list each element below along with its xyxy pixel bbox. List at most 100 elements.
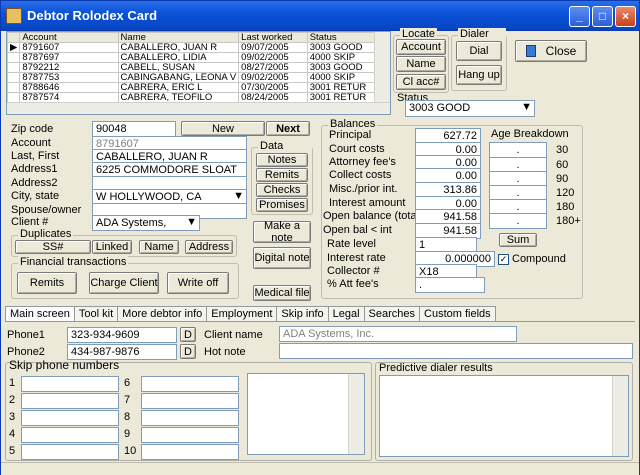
col-name[interactable]: Name (117, 32, 240, 43)
table-cell[interactable]: 3001 RETUR (306, 82, 376, 93)
compound-checkbox[interactable]: ✓ (498, 254, 509, 265)
predictive-scrollbar[interactable] (612, 376, 628, 456)
promises-button[interactable]: Promises (256, 198, 308, 212)
account-grid[interactable]: Account Name Last worked Status ▶ 8791607… (6, 31, 391, 115)
table-cell[interactable]: CABELL, SUSAN (117, 62, 240, 73)
minimize-button[interactable]: _ (569, 6, 590, 27)
table-cell[interactable]: 08/24/2005 (238, 92, 308, 103)
table-cell[interactable]: 8787697 (19, 52, 119, 63)
fin-remits-button[interactable]: Remits (17, 272, 77, 294)
table-row[interactable]: 8787753 CABINGABANG, LEONA V 09/02/2005 400… (7, 72, 376, 83)
make-note-button[interactable]: Make a note (253, 220, 311, 244)
sum-button[interactable]: Sum (499, 233, 537, 247)
skip-phone-field[interactable] (21, 376, 119, 392)
table-cell[interactable]: 8791607 (19, 42, 119, 53)
skip-phone-field[interactable] (21, 427, 119, 443)
table-cell[interactable]: 3003 GOOD (306, 42, 376, 53)
locate-account-button[interactable]: Account (396, 39, 446, 55)
medical-file-button[interactable]: Medical file (253, 285, 311, 301)
notes-button[interactable]: Notes (256, 153, 308, 167)
tab-skip-info[interactable]: Skip info (276, 306, 329, 321)
table-cell[interactable]: 08/27/2005 (238, 62, 308, 73)
locate-clacc-button[interactable]: Cl acc# (396, 74, 446, 90)
skip-phone-field[interactable] (141, 376, 239, 392)
skip-phone-field[interactable] (21, 444, 119, 460)
table-cell[interactable]: 3003 GOOD (306, 62, 376, 73)
tab-tool-kit[interactable]: Tool kit (73, 306, 119, 321)
table-cell[interactable]: 8788646 (19, 82, 119, 93)
table-cell[interactable]: 09/02/2005 (238, 52, 308, 63)
phone1-field[interactable]: 323-934-9609 (67, 327, 177, 343)
hangup-button[interactable]: Hang up (456, 65, 502, 85)
close-window-button[interactable]: × (615, 6, 636, 27)
close-button[interactable]: Close (515, 40, 587, 62)
table-row[interactable]: 8787697 CABALLERO, LIDIA 09/02/2005 4000 SK… (7, 52, 376, 63)
table-row[interactable]: ▶ 8791607 CABALLERO, JUAN R 09/07/2005 3003 … (7, 42, 376, 53)
age-field[interactable]: . (489, 142, 547, 158)
att-fee-spinner[interactable]: . (415, 277, 485, 293)
tab-legal[interactable]: Legal (327, 306, 365, 321)
phone1-dial-button[interactable]: D (180, 327, 196, 342)
col-account[interactable]: Account (19, 32, 119, 43)
age-days-label: 180+ (556, 215, 581, 227)
table-row[interactable]: 8788646 CABRERA, ERIC L 07/30/2005 3001 RET… (7, 82, 376, 93)
table-cell[interactable]: 3001 RETUR (306, 92, 376, 103)
dup-linked-button[interactable]: Linked (92, 240, 132, 254)
table-cell[interactable]: CABALLERO, JUAN R (117, 42, 240, 53)
digital-note-button[interactable]: Digital note (253, 247, 311, 269)
skip-phone-field[interactable] (141, 427, 239, 443)
table-cell[interactable]: 8787574 (19, 92, 119, 103)
tab-custom-fields[interactable]: Custom fields (419, 306, 496, 321)
skip-phone-field[interactable] (141, 444, 239, 460)
tab-employment[interactable]: Employment (206, 306, 278, 321)
client-name-label: Client name (204, 329, 263, 341)
skip-notes-textarea[interactable] (247, 373, 365, 455)
tab-searches[interactable]: Searches (363, 306, 421, 321)
client-dropdown[interactable]: ADA Systems, ▼ (92, 215, 200, 231)
table-cell[interactable]: 8787753 (19, 72, 119, 83)
col-last-worked[interactable]: Last worked (238, 32, 308, 43)
charge-client-button[interactable]: Charge Client (89, 272, 159, 294)
tab-more-debtor-info[interactable]: More debtor info (117, 306, 208, 321)
dup-address-button[interactable]: Address (185, 240, 233, 254)
age-field[interactable]: . (489, 213, 547, 229)
table-cell[interactable]: CABINGABANG, LEONA V (117, 72, 240, 83)
table-row[interactable]: 8787574 CABRERA, TEOFILO 08/24/2005 3001 RE… (7, 92, 376, 103)
client-name-field[interactable]: ADA Systems, Inc. (279, 326, 517, 342)
status-dropdown[interactable]: 3003 GOOD ▼ (405, 100, 535, 117)
hot-note-field[interactable] (279, 343, 633, 359)
skip-phone-field[interactable] (21, 393, 119, 409)
dup-ss-button[interactable]: SS# (15, 240, 91, 254)
table-cell[interactable]: CABRERA, TEOFILO (117, 92, 240, 103)
maximize-button[interactable]: □ (592, 6, 613, 27)
new-button[interactable]: New (181, 121, 265, 136)
grid-hscrollbar[interactable] (7, 102, 390, 114)
tab-main-screen[interactable]: Main screen (5, 306, 75, 321)
table-row[interactable]: 8792212 CABELL, SUSAN 08/27/2005 3003 GOOD (7, 62, 376, 73)
next-button[interactable]: Next (266, 121, 310, 136)
write-off-button[interactable]: Write off (167, 272, 229, 294)
table-cell[interactable]: 09/07/2005 (238, 42, 308, 53)
predictive-results-textarea[interactable] (379, 375, 629, 457)
dup-name-button[interactable]: Name (139, 240, 179, 254)
zip-field[interactable]: 90048 (92, 121, 176, 137)
table-cell[interactable]: CABALLERO, LIDIA (117, 52, 240, 63)
table-cell[interactable]: 07/30/2005 (238, 82, 308, 93)
table-cell[interactable]: 09/02/2005 (238, 72, 308, 83)
checks-button[interactable]: Checks (256, 183, 308, 197)
col-status[interactable]: Status (306, 32, 376, 43)
skip-phone-field[interactable] (141, 393, 239, 409)
remits-view-button[interactable]: Remits (256, 168, 308, 182)
skip-notes-scrollbar[interactable] (348, 374, 364, 454)
locate-name-button[interactable]: Name (396, 56, 446, 72)
dial-button[interactable]: Dial (456, 41, 502, 61)
table-cell[interactable]: 4000 SKIP (306, 72, 376, 83)
table-cell[interactable]: 4000 SKIP (306, 52, 376, 63)
table-cell[interactable]: 8792212 (19, 62, 119, 73)
table-cell[interactable]: CABRERA, ERIC L (117, 82, 240, 93)
skip-phone-field[interactable] (21, 410, 119, 426)
phone2-dial-button[interactable]: D (180, 344, 196, 359)
grid-vscrollbar[interactable] (374, 32, 390, 102)
skip-phone-field[interactable] (141, 410, 239, 426)
chevron-down-icon: ▼ (521, 101, 532, 113)
